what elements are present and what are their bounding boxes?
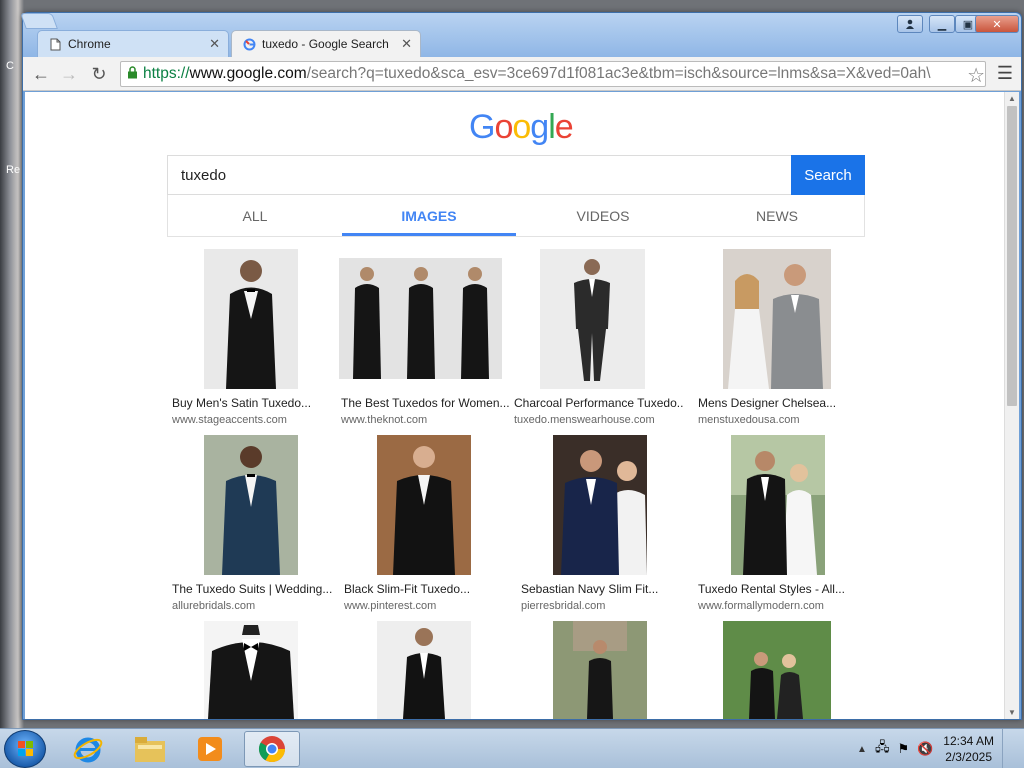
tab-videos[interactable]: VIDEOS (516, 195, 690, 236)
result-source[interactable]: www.pinterest.com (344, 600, 436, 612)
clock[interactable]: 12:34 AM 2/3/2025 (943, 733, 994, 765)
close-tab-icon[interactable]: ✕ (401, 36, 412, 52)
taskbar: ▲ 🖧 ⚑ 🔇 12:34 AM 2/3/2025 (0, 728, 1024, 768)
tab-google-search[interactable]: tuxedo - Google Search ✕ (231, 30, 421, 57)
minimize-button[interactable]: ▁ (929, 15, 955, 33)
bookmark-star-icon[interactable]: ☆ (967, 63, 985, 88)
browser-toolbar: ← → ↻ https://www.google.com/search?q=tu… (23, 57, 1021, 91)
file-explorer-icon[interactable] (122, 731, 178, 767)
result-title[interactable]: Mens Designer Chelsea... (698, 396, 868, 410)
clock-time: 12:34 AM (943, 734, 994, 748)
result-title[interactable]: Charcoal Performance Tuxedo... (514, 396, 684, 410)
google-logo[interactable]: Google (469, 108, 574, 147)
show-hidden-icons[interactable]: ▲ (857, 744, 867, 755)
url-host: www.google.com (189, 65, 307, 82)
search-button[interactable]: Search (791, 155, 865, 195)
close-tab-icon[interactable]: ✕ (209, 36, 220, 52)
reload-icon[interactable]: ↻ (87, 62, 111, 86)
tab-all[interactable]: ALL (168, 195, 342, 236)
desktop-icon-label[interactable]: Re (6, 164, 20, 176)
start-button[interactable] (4, 730, 46, 768)
tab-news[interactable]: NEWS (690, 195, 864, 236)
result-image[interactable] (377, 621, 471, 719)
result-image[interactable] (339, 258, 502, 379)
result-image[interactable] (377, 435, 471, 575)
result-image[interactable] (540, 249, 645, 389)
desktop-icon-label[interactable]: C (6, 60, 14, 72)
volume-muted-icon[interactable]: 🔇 (917, 741, 933, 757)
tab-images[interactable]: IMAGES (342, 195, 516, 236)
tab-chrome[interactable]: Chrome ✕ (37, 30, 229, 57)
result-image[interactable] (731, 435, 825, 575)
user-icon[interactable] (897, 15, 923, 33)
action-center-flag-icon[interactable]: ⚑ (897, 741, 909, 757)
system-tray: ▲ 🖧 ⚑ 🔇 12:34 AM 2/3/2025 (857, 729, 1014, 768)
scroll-up-icon[interactable]: ▲ (1008, 94, 1016, 103)
result-title[interactable]: Black Slim-Fit Tuxedo... (344, 582, 514, 596)
result-source[interactable]: www.formallymodern.com (698, 600, 824, 612)
menu-icon[interactable]: ☰ (997, 63, 1013, 84)
result-image[interactable] (204, 435, 298, 575)
address-bar[interactable]: https://www.google.com/search?q=tuxedo&s… (120, 61, 986, 87)
network-icon[interactable]: 🖧 (875, 738, 890, 760)
page-viewport: Google tuxedo Search ALL IMAGES VIDEOS N… (25, 92, 1019, 719)
back-arrow-icon[interactable]: ← (29, 62, 53, 86)
result-image[interactable] (553, 435, 647, 575)
result-title[interactable]: The Tuxedo Suits | Wedding... (172, 582, 342, 596)
result-source[interactable]: pierresbridal.com (521, 600, 605, 612)
tab-title: tuxedo - Google Search (262, 37, 389, 51)
chrome-taskbar-icon[interactable] (244, 731, 300, 767)
new-tab-button[interactable] (20, 13, 58, 29)
result-image[interactable] (204, 621, 298, 719)
page-icon (48, 37, 62, 51)
close-window-button[interactable]: ✕ (975, 15, 1019, 33)
result-source[interactable]: menstuxedousa.com (698, 414, 800, 426)
result-title[interactable]: The Best Tuxedos for Women... (341, 396, 511, 410)
result-image[interactable] (553, 621, 647, 719)
scroll-thumb[interactable] (1007, 106, 1017, 406)
result-image[interactable] (723, 249, 831, 389)
forward-arrow-icon[interactable]: → (57, 62, 81, 86)
google-favicon-icon (242, 37, 256, 51)
show-desktop-button[interactable] (1002, 729, 1014, 768)
search-input[interactable]: tuxedo (167, 155, 793, 195)
internet-explorer-icon[interactable] (60, 731, 116, 767)
url-scheme: https:// (143, 65, 190, 82)
result-source[interactable]: www.stageaccents.com (172, 414, 287, 426)
media-player-icon[interactable] (182, 731, 238, 767)
title-bar[interactable]: Chrome ✕ tuxedo - Google Search ✕ ▁ ▣ ✕ (20, 13, 1021, 57)
result-source[interactable]: tuxedo.menswearhouse.com (514, 414, 655, 426)
chrome-window: Chrome ✕ tuxedo - Google Search ✕ ▁ ▣ ✕ … (20, 12, 1022, 720)
result-title[interactable]: Sebastian Navy Slim Fit... (521, 582, 691, 596)
result-image[interactable] (204, 249, 298, 389)
vertical-scrollbar[interactable]: ▲ ▼ (1004, 92, 1019, 719)
result-source[interactable]: www.theknot.com (341, 414, 427, 426)
search-tabs: ALL IMAGES VIDEOS NEWS (167, 195, 865, 237)
result-source[interactable]: allurebridals.com (172, 600, 255, 612)
tab-title: Chrome (68, 37, 111, 51)
url-path: /search?q=tuxedo&sca_esv=3ce697d1f081ac3… (306, 65, 931, 82)
lock-icon (121, 66, 143, 82)
result-title[interactable]: Tuxedo Rental Styles - All... (698, 582, 868, 596)
result-title[interactable]: Buy Men's Satin Tuxedo... (172, 396, 342, 410)
clock-date: 2/3/2025 (945, 750, 992, 764)
scroll-down-icon[interactable]: ▼ (1008, 708, 1016, 717)
result-image[interactable] (723, 621, 831, 719)
